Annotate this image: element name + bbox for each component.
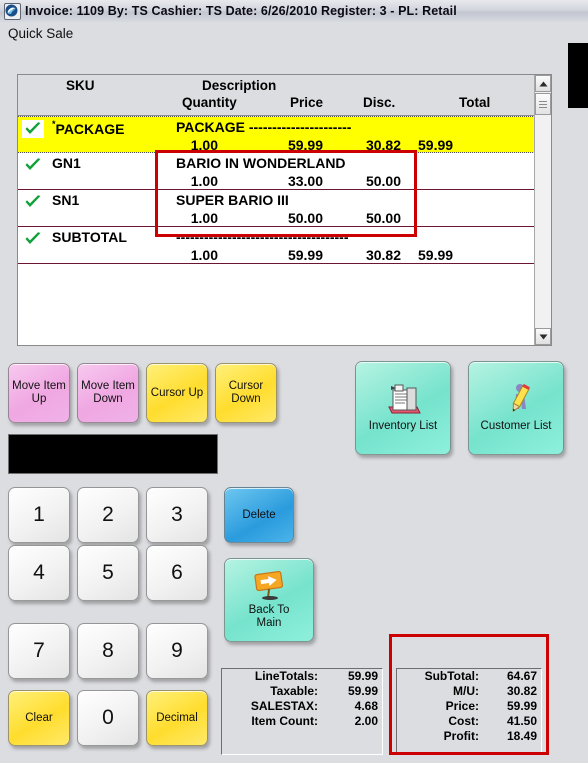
key-5[interactable]: 5 <box>77 545 139 601</box>
cell-price: 33.00 <box>287 173 323 189</box>
summary-row: SubTotal: 64.67 <box>424 669 537 683</box>
cell-total: 59.99 <box>418 247 454 263</box>
column-header-description: Description <box>202 78 277 93</box>
move-item-up-button[interactable]: Move Item Up <box>8 363 70 423</box>
cell-quantity: 1.00 <box>190 210 218 226</box>
table-row[interactable]: GN1 BARIO IN WONDERLAND 1.00 33.00 50.00 <box>18 153 551 190</box>
title-bar-text: Invoice: 1109 By: TS Cashier: TS Date: 6… <box>25 4 457 18</box>
check-icon <box>22 156 44 174</box>
delete-label: Delete <box>242 508 276 521</box>
column-header-disc: Disc. <box>363 95 396 110</box>
column-header-sku: SKU <box>66 78 95 93</box>
cell-price: 59.99 <box>287 137 323 153</box>
black-overlay-block <box>568 43 588 108</box>
scroll-up-arrow-icon[interactable] <box>535 75 551 92</box>
column-header-price: Price <box>290 95 324 110</box>
invoice-grid: SKU Description Quantity Price Disc. Tot… <box>17 74 552 346</box>
cursor-down-label: Cursor Down <box>228 380 264 405</box>
page-title: Quick Sale <box>8 26 74 41</box>
key-clear[interactable]: Clear <box>8 690 70 746</box>
inventory-list-label: Inventory List <box>368 420 438 433</box>
cell-quantity: 1.00 <box>190 137 218 153</box>
check-icon <box>22 120 44 138</box>
key-zero[interactable]: 0 <box>77 690 139 746</box>
key-decimal[interactable]: Decimal <box>146 690 208 746</box>
cell-sku: SN1 <box>52 192 80 208</box>
cell-disc: 50.00 <box>365 210 401 226</box>
summary-row: M/U: 30.82 <box>453 684 537 698</box>
app-icon <box>4 2 21 20</box>
cell-description: PACKAGE ---------------------- <box>176 119 352 135</box>
key-7[interactable]: 7 <box>8 623 70 679</box>
cursor-up-button[interactable]: Cursor Up <box>146 363 208 423</box>
cell-disc: 50.00 <box>365 173 401 189</box>
subtotal-summary-panel: SubTotal: 64.67 M/U: 30.82 Price: 59.99 Cost: 4… <box>396 668 542 755</box>
back-to-main-label: Back To Main <box>248 603 290 629</box>
cell-sku: GN1 <box>52 155 81 171</box>
line-total-row: LineTotals: 59.99 <box>254 669 378 683</box>
key-9[interactable]: 9 <box>146 623 208 679</box>
grid-body[interactable]: *PACKAGE PACKAGE ---------------------- 1.… <box>18 116 551 345</box>
cell-quantity: 1.00 <box>190 173 218 189</box>
delete-button[interactable]: Delete <box>224 487 294 543</box>
line-totals-panel: LineTotals: 59.99 Taxable: 59.99 SALESTAX: 4.… <box>221 668 383 755</box>
cell-total: 59.99 <box>418 137 454 153</box>
cursor-down-button[interactable]: Cursor Down <box>215 363 277 423</box>
back-arrow-sign-icon <box>251 570 287 601</box>
check-icon <box>22 193 44 211</box>
check-icon <box>22 230 44 248</box>
key-6[interactable]: 6 <box>146 545 208 601</box>
table-row[interactable]: SN1 SUPER BARIO III 1.00 50.00 50.00 <box>18 190 551 227</box>
customer-list-button[interactable]: Customer List <box>468 361 564 455</box>
key-2[interactable]: 2 <box>77 487 139 543</box>
cell-price: 59.99 <box>287 247 323 263</box>
table-row[interactable]: SUBTOTAL --------------------------------… <box>18 227 551 264</box>
grid-header: SKU Description Quantity Price Disc. Tot… <box>18 75 551 116</box>
scroll-down-arrow-icon[interactable] <box>535 328 551 345</box>
back-to-main-button[interactable]: Back To Main <box>224 558 314 642</box>
table-row[interactable]: *PACKAGE PACKAGE ---------------------- 1.… <box>18 116 551 153</box>
line-total-row: Item Count: 2.00 <box>251 714 378 728</box>
move-item-down-button[interactable]: Move Item Down <box>77 363 139 423</box>
key-3[interactable]: 3 <box>146 487 208 543</box>
move-item-down-label: Move Item Down <box>81 380 135 405</box>
form-caption-bar: Quick Sale <box>0 22 588 48</box>
key-1[interactable]: 1 <box>8 487 70 543</box>
cell-description: ------------------------------------- <box>176 229 349 245</box>
inventory-printer-icon <box>383 383 423 417</box>
inventory-list-button[interactable]: Inventory List <box>355 361 451 455</box>
scrollbar-thumb[interactable] <box>535 93 551 115</box>
summary-row: Profit: 18.49 <box>443 729 537 743</box>
cell-sku: SUBTOTAL <box>52 229 127 245</box>
column-header-total: Total <box>459 95 491 110</box>
cursor-up-label: Cursor Up <box>150 386 204 399</box>
summary-row: Price: 59.99 <box>445 699 537 713</box>
cell-disc: 30.82 <box>365 137 401 153</box>
key-8[interactable]: 8 <box>77 623 139 679</box>
cell-description: SUPER BARIO III <box>176 192 289 208</box>
cell-quantity: 1.00 <box>190 247 218 263</box>
key-4[interactable]: 4 <box>8 545 70 601</box>
customer-list-label: Customer List <box>480 420 552 433</box>
title-bar: Invoice: 1109 By: TS Cashier: TS Date: 6… <box>0 0 588 23</box>
quick-sale-window: Invoice: 1109 By: TS Cashier: TS Date: 6… <box>0 0 588 763</box>
entry-display[interactable] <box>8 434 218 474</box>
cell-price: 50.00 <box>287 210 323 226</box>
grid-scrollbar[interactable] <box>534 75 551 345</box>
summary-row: Cost: 41.50 <box>448 714 537 728</box>
line-total-row: Taxable: 59.99 <box>270 684 378 698</box>
line-total-row: SALESTAX: 4.68 <box>250 699 378 713</box>
customer-pencil-icon <box>496 383 536 417</box>
move-item-up-label: Move Item Up <box>12 380 66 405</box>
cell-disc: 30.82 <box>365 247 401 263</box>
column-header-quantity: Quantity <box>182 95 237 110</box>
cell-description: BARIO IN WONDERLAND <box>176 155 346 171</box>
cell-sku: *PACKAGE <box>52 119 125 137</box>
